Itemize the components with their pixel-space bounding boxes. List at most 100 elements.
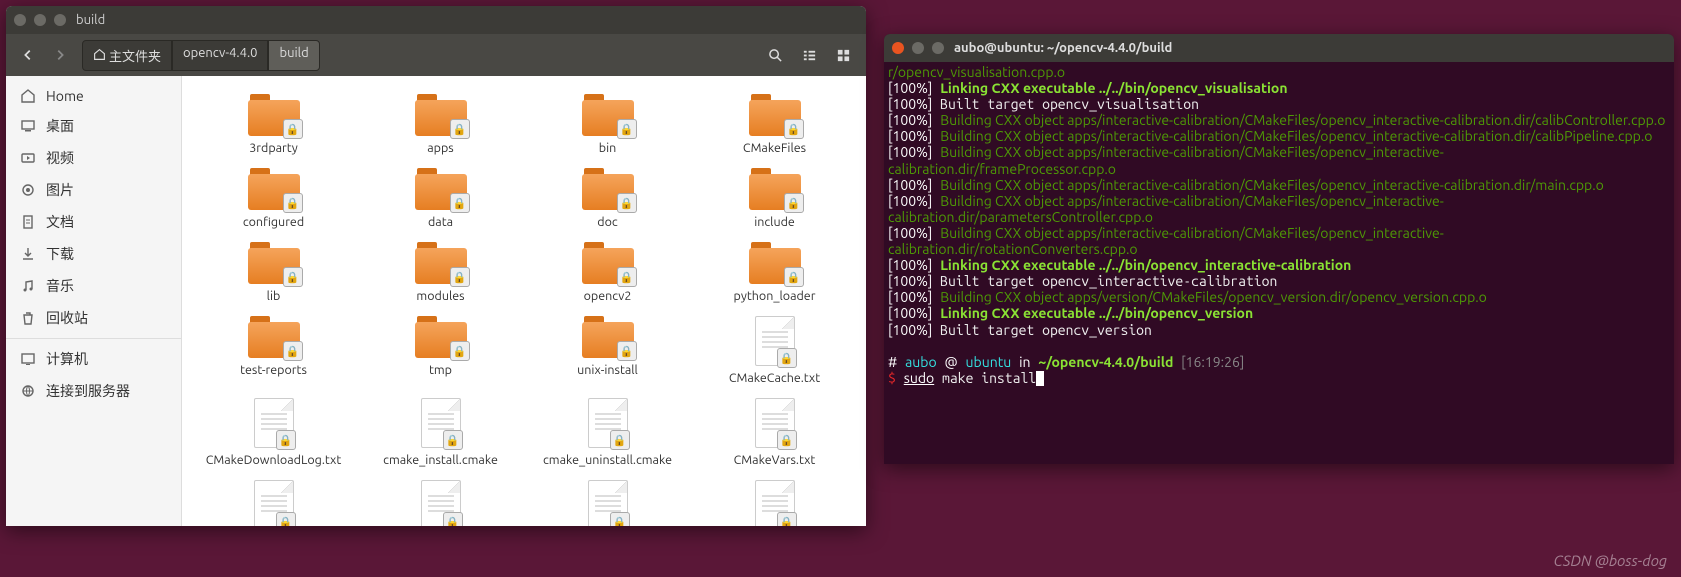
lock-icon: 🔒 <box>617 119 637 139</box>
folder-item[interactable]: 🔒CMakeFiles <box>691 90 858 160</box>
search-button[interactable] <box>760 41 790 69</box>
grid-view-button[interactable] <box>828 41 858 69</box>
list-view-button[interactable] <box>794 41 824 69</box>
window-controls <box>892 42 944 54</box>
fm-titlebar[interactable]: build <box>6 6 866 34</box>
file-item[interactable]: 🔒CMakeVars.txt <box>691 394 858 472</box>
folder-item[interactable]: 🔒data <box>357 164 524 234</box>
sidebar-item-label: 回收站 <box>46 308 88 328</box>
maximize-icon[interactable] <box>54 14 66 26</box>
fm-sidebar: Home 桌面视频图片文档下载音乐回收站计算机连接到服务器 <box>6 76 182 526</box>
window-title: build <box>76 13 105 27</box>
sidebar-item-label: 图片 <box>46 180 74 200</box>
sidebar-item-label: 文档 <box>46 212 74 232</box>
sidebar-item-network[interactable]: 连接到服务器 <box>6 375 181 407</box>
folder-item[interactable]: 🔒 3rdparty <box>190 90 357 160</box>
sidebar-item-video[interactable]: 视频 <box>6 142 181 174</box>
file-item[interactable]: 🔒CMakeDownloadLog.txt <box>190 394 357 472</box>
folder-item[interactable]: 🔒modules <box>357 238 524 308</box>
item-label: doc <box>597 215 617 230</box>
breadcrumb-item[interactable]: build <box>268 40 319 71</box>
file-icon: 🔒 <box>254 480 294 526</box>
folder-item[interactable]: 🔒bin <box>524 90 691 160</box>
sidebar-item-label: 音乐 <box>46 276 74 296</box>
downloads-icon <box>20 246 36 262</box>
file-item[interactable]: 🔒CMakeCache.txt <box>691 312 858 390</box>
folder-item[interactable]: 🔒lib <box>190 238 357 308</box>
lock-icon: 🔒 <box>443 512 463 526</box>
folder-item[interactable]: 🔒doc <box>524 164 691 234</box>
lock-icon: 🔒 <box>283 119 303 139</box>
trash-icon <box>20 310 36 326</box>
term-titlebar[interactable]: aubo@ubuntu: ~/opencv-4.4.0/build <box>884 34 1674 62</box>
folder-item[interactable]: 🔒apps <box>357 90 524 160</box>
network-icon <box>20 383 36 399</box>
lock-icon: 🔒 <box>450 193 470 213</box>
folder-item[interactable]: 🔒 configured <box>190 164 357 234</box>
lock-icon: 🔒 <box>617 193 637 213</box>
lock-icon: 🔒 <box>617 267 637 287</box>
close-icon[interactable] <box>892 42 904 54</box>
folder-item[interactable]: 🔒 opencv2 <box>524 238 691 308</box>
sidebar-item-music[interactable]: 音乐 <box>6 270 181 302</box>
item-label: opencv2 <box>584 289 632 304</box>
item-label: 3rdparty <box>249 141 298 156</box>
sidebar-item-label: 桌面 <box>46 116 74 136</box>
terminal-title: aubo@ubuntu: ~/opencv-4.4.0/build <box>954 41 1172 55</box>
file-item[interactable]: 🔒 cmake_install.cmake <box>357 394 524 472</box>
file-item[interactable]: 🔒CPackConfig.cmake <box>190 476 357 526</box>
sidebar-item-label: 视频 <box>46 148 74 168</box>
back-button[interactable] <box>14 41 42 69</box>
item-label: apps <box>427 141 453 156</box>
item-label: cmake_install.cmake <box>383 453 498 468</box>
fm-content[interactable]: 🔒3rdparty🔒apps🔒bin🔒CMakeFiles🔒configured… <box>182 76 866 526</box>
lock-icon: 🔒 <box>617 341 637 361</box>
folder-item[interactable]: 🔒python_loader <box>691 238 858 308</box>
folder-icon: 🔒 <box>248 168 300 210</box>
file-item[interactable]: 🔒CTestTestfile.cmake <box>524 476 691 526</box>
fm-toolbar: 主文件夹opencv-4.4.0build <box>6 34 866 76</box>
sidebar-item-trash[interactable]: 回收站 <box>6 302 181 334</box>
lock-icon: 🔒 <box>450 341 470 361</box>
file-icon: 🔒 <box>588 480 628 526</box>
forward-button[interactable] <box>46 41 74 69</box>
breadcrumb-item[interactable]: opencv-4.4.0 <box>172 40 269 71</box>
lock-icon: 🔒 <box>777 348 797 368</box>
folder-item[interactable]: 🔒test-reports <box>190 312 357 390</box>
lock-icon: 🔒 <box>610 430 630 450</box>
lock-icon: 🔒 <box>777 430 797 450</box>
minimize-icon[interactable] <box>912 42 924 54</box>
folder-icon: 🔒 <box>415 316 467 358</box>
folder-icon: 🔒 <box>749 168 801 210</box>
lock-icon: 🔒 <box>443 430 463 450</box>
sidebar-item-desktop[interactable]: 桌面 <box>6 110 181 142</box>
file-item[interactable]: 🔒custom_hal.hpp <box>691 476 858 526</box>
sidebar-item-label: 下载 <box>46 244 74 264</box>
minimize-icon[interactable] <box>34 14 46 26</box>
window-controls <box>14 14 66 26</box>
item-label: CMakeFiles <box>743 141 806 156</box>
folder-item[interactable]: 🔒tmp <box>357 312 524 390</box>
lock-icon: 🔒 <box>283 341 303 361</box>
desktop-icon <box>20 118 36 134</box>
breadcrumb: 主文件夹opencv-4.4.0build <box>82 40 320 71</box>
close-icon[interactable] <box>14 14 26 26</box>
file-item[interactable]: 🔒cmake_uninstall.cmake <box>524 394 691 472</box>
breadcrumb-item[interactable]: 主文件夹 <box>82 40 172 71</box>
file-icon: 🔒 <box>421 480 461 526</box>
fm-body: Home桌面视频图片文档下载音乐回收站计算机连接到服务器 🔒3rdparty🔒a… <box>6 76 866 526</box>
folder-item[interactable]: 🔒unix-install <box>524 312 691 390</box>
sidebar-item-documents[interactable]: 文档 <box>6 206 181 238</box>
music-icon <box>20 278 36 294</box>
sidebar-item-home[interactable]: Home <box>6 82 181 110</box>
file-item[interactable]: 🔒CPackSourceConfig <box>357 476 524 526</box>
sidebar-item-downloads[interactable]: 下载 <box>6 238 181 270</box>
item-label: configured <box>243 215 304 230</box>
terminal-body[interactable]: r/opencv_visualisation.cpp.o [100%] Link… <box>884 62 1674 464</box>
maximize-icon[interactable] <box>932 42 944 54</box>
sidebar-item-computer[interactable]: 计算机 <box>6 343 181 375</box>
file-icon: 🔒 <box>755 480 795 526</box>
sidebar-item-pictures[interactable]: 图片 <box>6 174 181 206</box>
pictures-icon <box>20 182 36 198</box>
folder-item[interactable]: 🔒include <box>691 164 858 234</box>
